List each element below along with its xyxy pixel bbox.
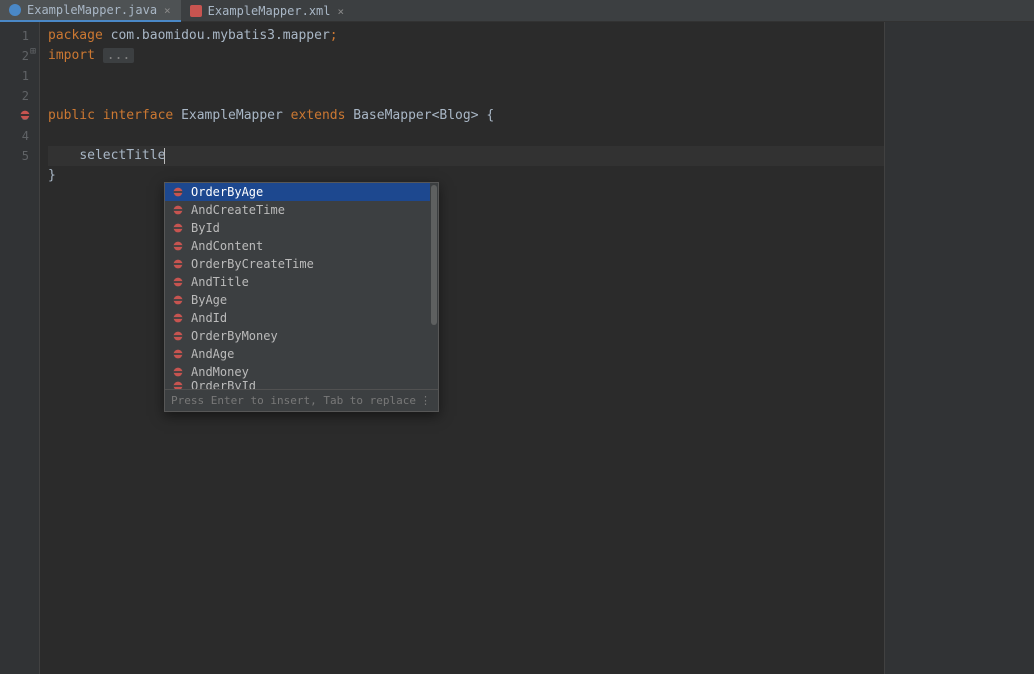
autocomplete-list[interactable]: OrderByAge AndCreateTime ById AndContent… xyxy=(165,183,438,389)
scrollbar-thumb[interactable] xyxy=(431,185,437,325)
autocomplete-label: ByAge xyxy=(191,290,227,310)
bug-icon xyxy=(171,293,185,307)
code-line-active: selectTitle xyxy=(48,146,1026,166)
autocomplete-label: OrderById xyxy=(191,381,256,389)
autocomplete-item[interactable]: AndContent xyxy=(165,237,438,255)
autocomplete-item[interactable]: AndId xyxy=(165,309,438,327)
autocomplete-item[interactable]: OrderById xyxy=(165,381,438,389)
gutter: 1 2 1 2 3 4 5 ⊞ xyxy=(0,22,40,674)
line-number: 5 xyxy=(0,146,29,166)
bug-icon xyxy=(171,329,185,343)
fold-icon[interactable]: ⊞ xyxy=(30,42,36,62)
tab-example-mapper-xml[interactable]: ExampleMapper.xml × xyxy=(181,0,354,22)
line-number: 2 xyxy=(0,46,29,66)
autocomplete-footer: Press Enter to insert, Tab to replace ⋮ xyxy=(165,389,438,411)
autocomplete-label: AndId xyxy=(191,308,227,328)
autocomplete-hint: Press Enter to insert, Tab to replace xyxy=(171,391,416,411)
autocomplete-item[interactable]: OrderByCreateTime xyxy=(165,255,438,273)
autocomplete-label: OrderByMoney xyxy=(191,326,278,346)
autocomplete-label: AndTitle xyxy=(191,272,249,292)
text-caret xyxy=(164,148,165,164)
editor-right-panel xyxy=(884,22,1034,674)
autocomplete-scrollbar[interactable] xyxy=(430,183,438,389)
bug-icon xyxy=(171,311,185,325)
autocomplete-label: AndMoney xyxy=(191,362,249,382)
line-number: 1 xyxy=(0,26,29,46)
autocomplete-item[interactable]: AndCreateTime xyxy=(165,201,438,219)
autocomplete-label: AndContent xyxy=(191,236,263,256)
code-line: public interface ExampleMapper extends B… xyxy=(48,106,1026,126)
xml-file-icon xyxy=(189,4,203,18)
code-line xyxy=(48,86,1026,106)
bug-icon xyxy=(171,203,185,217)
autocomplete-label: OrderByCreateTime xyxy=(191,254,314,274)
code-line: package com.baomidou.mybatis3.mapper; xyxy=(48,26,1026,46)
java-file-icon xyxy=(8,3,22,17)
autocomplete-label: ById xyxy=(191,218,220,238)
autocomplete-item[interactable]: OrderByAge xyxy=(165,183,438,201)
more-actions-icon[interactable]: ⋮ xyxy=(420,391,432,411)
bug-icon xyxy=(171,347,185,361)
autocomplete-item[interactable]: ByAge xyxy=(165,291,438,309)
bug-icon xyxy=(171,365,185,379)
tab-example-mapper-java[interactable]: ExampleMapper.java × xyxy=(0,0,181,22)
line-number: 1 xyxy=(0,66,29,86)
bug-gutter-icon[interactable] xyxy=(18,108,32,122)
code-line xyxy=(48,126,1026,146)
autocomplete-popup: OrderByAge AndCreateTime ById AndContent… xyxy=(164,182,439,412)
code-line: import ... xyxy=(48,46,1026,66)
editor-tabs: ExampleMapper.java × ExampleMapper.xml × xyxy=(0,0,1034,22)
autocomplete-label: AndAge xyxy=(191,344,234,364)
close-icon[interactable]: × xyxy=(336,5,347,18)
autocomplete-item[interactable]: AndMoney xyxy=(165,363,438,381)
line-number: 2 xyxy=(0,86,29,106)
editor-container: 1 2 1 2 3 4 5 ⊞ package com.baomidou.myb… xyxy=(0,22,1034,674)
code-line xyxy=(48,66,1026,86)
bug-icon xyxy=(171,275,185,289)
tab-label: ExampleMapper.java xyxy=(27,3,157,17)
bug-icon xyxy=(171,239,185,253)
bug-icon xyxy=(171,221,185,235)
bug-icon xyxy=(171,185,185,199)
tab-label: ExampleMapper.xml xyxy=(208,4,331,18)
close-icon[interactable]: × xyxy=(162,4,173,17)
autocomplete-item[interactable]: OrderByMoney xyxy=(165,327,438,345)
autocomplete-item[interactable]: ById xyxy=(165,219,438,237)
bug-icon xyxy=(171,257,185,271)
autocomplete-item[interactable]: AndAge xyxy=(165,345,438,363)
autocomplete-item[interactable]: AndTitle xyxy=(165,273,438,291)
autocomplete-label: AndCreateTime xyxy=(191,200,285,220)
bug-icon xyxy=(171,381,185,389)
line-number: 4 xyxy=(0,126,29,146)
